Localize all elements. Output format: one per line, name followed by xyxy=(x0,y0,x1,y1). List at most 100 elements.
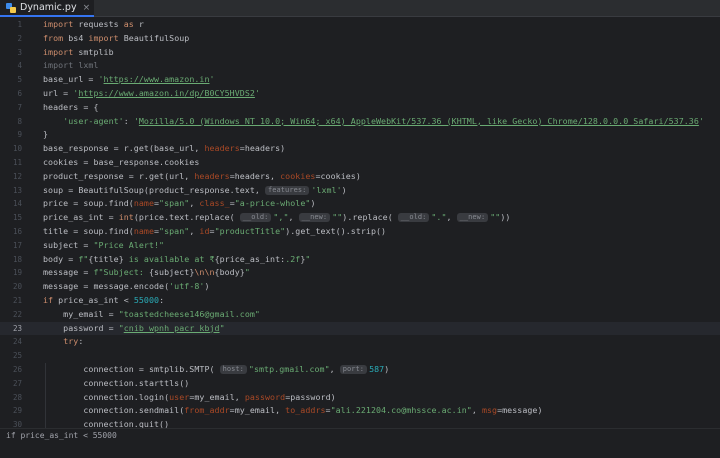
code-line[interactable]: 14 price = soup.find(name="span", class_=… xyxy=(0,197,720,211)
code-text[interactable]: soup = BeautifulSoup(product_response.te… xyxy=(43,184,347,198)
code-text[interactable]: base_response = r.get(base_url, headers=… xyxy=(43,142,285,156)
code-line[interactable]: 3 import smtplib xyxy=(0,46,720,60)
code-text[interactable]: from bs4 import BeautifulSoup xyxy=(43,32,189,46)
code-token: 587 xyxy=(369,364,385,374)
code-token: " xyxy=(244,267,250,278)
line-number: 23 xyxy=(12,323,22,333)
code-token: ) xyxy=(384,364,390,374)
code-text[interactable]: headers = { xyxy=(43,101,99,115)
indent-guide xyxy=(45,363,46,377)
code-line[interactable]: 16 title = soup.find(name="span", id="pro… xyxy=(0,225,720,239)
code-token: "." xyxy=(431,212,447,223)
code-line[interactable]: 6 url = 'https://www.amazon.in/dp/B0CY5HV… xyxy=(0,87,720,101)
code-text[interactable]: if price_as_int < 55000: xyxy=(43,294,164,308)
code-text[interactable]: connection.sendmail(from_addr=my_email, … xyxy=(43,404,543,418)
code-text[interactable]: import lxml xyxy=(43,59,99,73)
breadcrumb[interactable]: if price_as_int < 55000 xyxy=(6,431,117,440)
code-line[interactable]: 11 cookies = base_response.cookies xyxy=(0,156,720,170)
code-line[interactable]: 8 'user-agent': 'Mozilla/5.0 (Windows NT… xyxy=(0,115,720,129)
code-line[interactable]: 25 xyxy=(0,349,720,363)
code-text[interactable]: price = soup.find(name="span", class_="a… xyxy=(43,197,315,211)
code-text[interactable]: import requests as r xyxy=(43,18,144,32)
indent-guide xyxy=(45,390,46,405)
line-number: 26 xyxy=(12,365,22,374)
code-token: requests xyxy=(73,19,124,29)
code-token: smtplib xyxy=(73,46,114,57)
code-line[interactable]: 4 import lxml xyxy=(0,59,720,73)
code-line[interactable]: 30 connection.quit() xyxy=(0,418,720,428)
code-line[interactable]: 1 import requests as r xyxy=(0,18,720,32)
close-tab-icon[interactable]: × xyxy=(83,3,91,13)
code-text[interactable]: connection.starttls() xyxy=(43,377,189,391)
code-text[interactable]: } xyxy=(43,128,48,142)
code-text[interactable]: password = "cnib wpnh pacr kbjd" xyxy=(43,322,225,336)
code-text[interactable]: import smtplib xyxy=(43,46,114,60)
line-number: 21 xyxy=(12,296,22,305)
code-line[interactable]: 23 password = "cnib wpnh pacr kbjd" xyxy=(0,321,720,336)
line-number: 12 xyxy=(12,171,22,181)
code-line[interactable]: 13 soup = BeautifulSoup(product_response.… xyxy=(0,184,720,198)
code-line[interactable]: 29 connection.sendmail(from_addr=my_emai… xyxy=(0,404,720,419)
code-token: "a-price-whole" xyxy=(234,198,311,209)
code-token: import lxml xyxy=(43,60,99,71)
line-number: 22 xyxy=(12,309,22,319)
code-text[interactable]: product_response = r.get(url, headers=he… xyxy=(43,170,361,184)
code-token: \n\n xyxy=(194,267,215,278)
code-text[interactable]: connection = smtplib.SMTP( host: "smtp.gm… xyxy=(43,363,389,377)
code-text[interactable]: connection.quit() xyxy=(43,418,169,428)
code-text[interactable]: message = message.encode('utf-8') xyxy=(43,280,210,294)
code-line[interactable]: 20 message = message.encode('utf-8') xyxy=(0,280,720,294)
code-text[interactable]: my_email = "toastedcheese146@gmail.com" xyxy=(43,308,260,322)
indent-guide xyxy=(45,404,46,419)
code-line[interactable]: 22 my_email = "toastedcheese146@gmail.co… xyxy=(0,308,720,322)
code-text[interactable]: url = 'https://www.amazon.in/dp/B0CY5HVD… xyxy=(43,87,260,101)
code-text[interactable]: connection.login(user=my_email, password… xyxy=(43,391,336,405)
line-number: 13 xyxy=(12,185,22,195)
parameter-hint: host: xyxy=(219,365,247,374)
code-token: "Price Alert!" xyxy=(93,239,165,250)
code-editor[interactable]: 1 import requests as r 2 from bs4 import Be… xyxy=(0,18,720,428)
code-text[interactable]: subject = "Price Alert!" xyxy=(43,239,164,253)
code-line[interactable]: 17 subject = "Price Alert!" xyxy=(0,239,720,253)
code-line[interactable]: 10 base_response = r.get(base_url, header… xyxy=(0,142,720,156)
code-text[interactable]: message = f"Subject: {subject}\n\n{body}… xyxy=(43,266,250,280)
code-token: {body} xyxy=(214,267,245,278)
code-text[interactable]: try: xyxy=(43,335,83,349)
line-number: 17 xyxy=(12,240,22,250)
code-token: "toastedcheese146@gmail.com" xyxy=(118,308,260,319)
code-line[interactable]: 2 from bs4 import BeautifulSoup xyxy=(0,32,720,46)
code-text[interactable]: cookies = base_response.cookies xyxy=(43,156,199,170)
code-line[interactable]: 19 message = f"Subject: {subject}\n\n{bod… xyxy=(0,266,720,280)
line-number: 19 xyxy=(12,268,22,278)
file-tab[interactable]: Dynamic.py × xyxy=(0,0,94,17)
code-token: ).replace( xyxy=(342,212,398,223)
code-token: =message) xyxy=(497,405,543,416)
code-line[interactable]: 15 price_as_int = int(price.text.replace(… xyxy=(0,211,720,225)
code-token: import xyxy=(88,32,119,43)
code-line[interactable]: 28 connection.login(user=my_email, passw… xyxy=(0,390,720,405)
code-line[interactable]: 21 if price_as_int < 55000: xyxy=(0,294,720,308)
code-token: try xyxy=(63,336,79,347)
code-line[interactable]: 9} xyxy=(0,128,720,142)
code-text[interactable]: title = soup.find(name="span", id="produ… xyxy=(43,225,386,239)
code-line[interactable]: 12 product_response = r.get(url, headers=… xyxy=(0,170,720,184)
code-text[interactable]: body = f"{title} is available at ₹{price… xyxy=(43,253,310,267)
code-token: 'lxml' xyxy=(311,184,342,195)
code-text[interactable]: 'user-agent': 'Mozilla/5.0 (Windows NT 1… xyxy=(43,115,704,129)
code-line[interactable]: 5 base_url = 'https://www.amazon.in' xyxy=(0,73,720,87)
line-number: 8 xyxy=(17,116,22,126)
code-line[interactable]: 18 body = f"{title} is available at ₹{pri… xyxy=(0,253,720,267)
parameter-hint: __old: xyxy=(397,213,430,223)
code-line[interactable]: 7 headers = { xyxy=(0,101,720,115)
indent-guide xyxy=(45,376,46,391)
editor-tab-bar: Dynamic.py × xyxy=(0,0,720,17)
code-line[interactable]: 26 connection = smtplib.SMTP( host: "smtp… xyxy=(0,363,720,377)
code-token: 55000 xyxy=(133,295,160,305)
code-token: ) xyxy=(204,281,210,292)
code-text[interactable]: price_as_int = int(price.text.replace( _… xyxy=(43,211,510,225)
code-token: , xyxy=(446,212,457,223)
code-token: {subject} xyxy=(148,267,195,278)
code-line[interactable]: 24 try: xyxy=(0,335,720,349)
code-text[interactable]: base_url = 'https://www.amazon.in' xyxy=(43,73,215,87)
code-line[interactable]: 27 connection.starttls() xyxy=(0,376,720,391)
